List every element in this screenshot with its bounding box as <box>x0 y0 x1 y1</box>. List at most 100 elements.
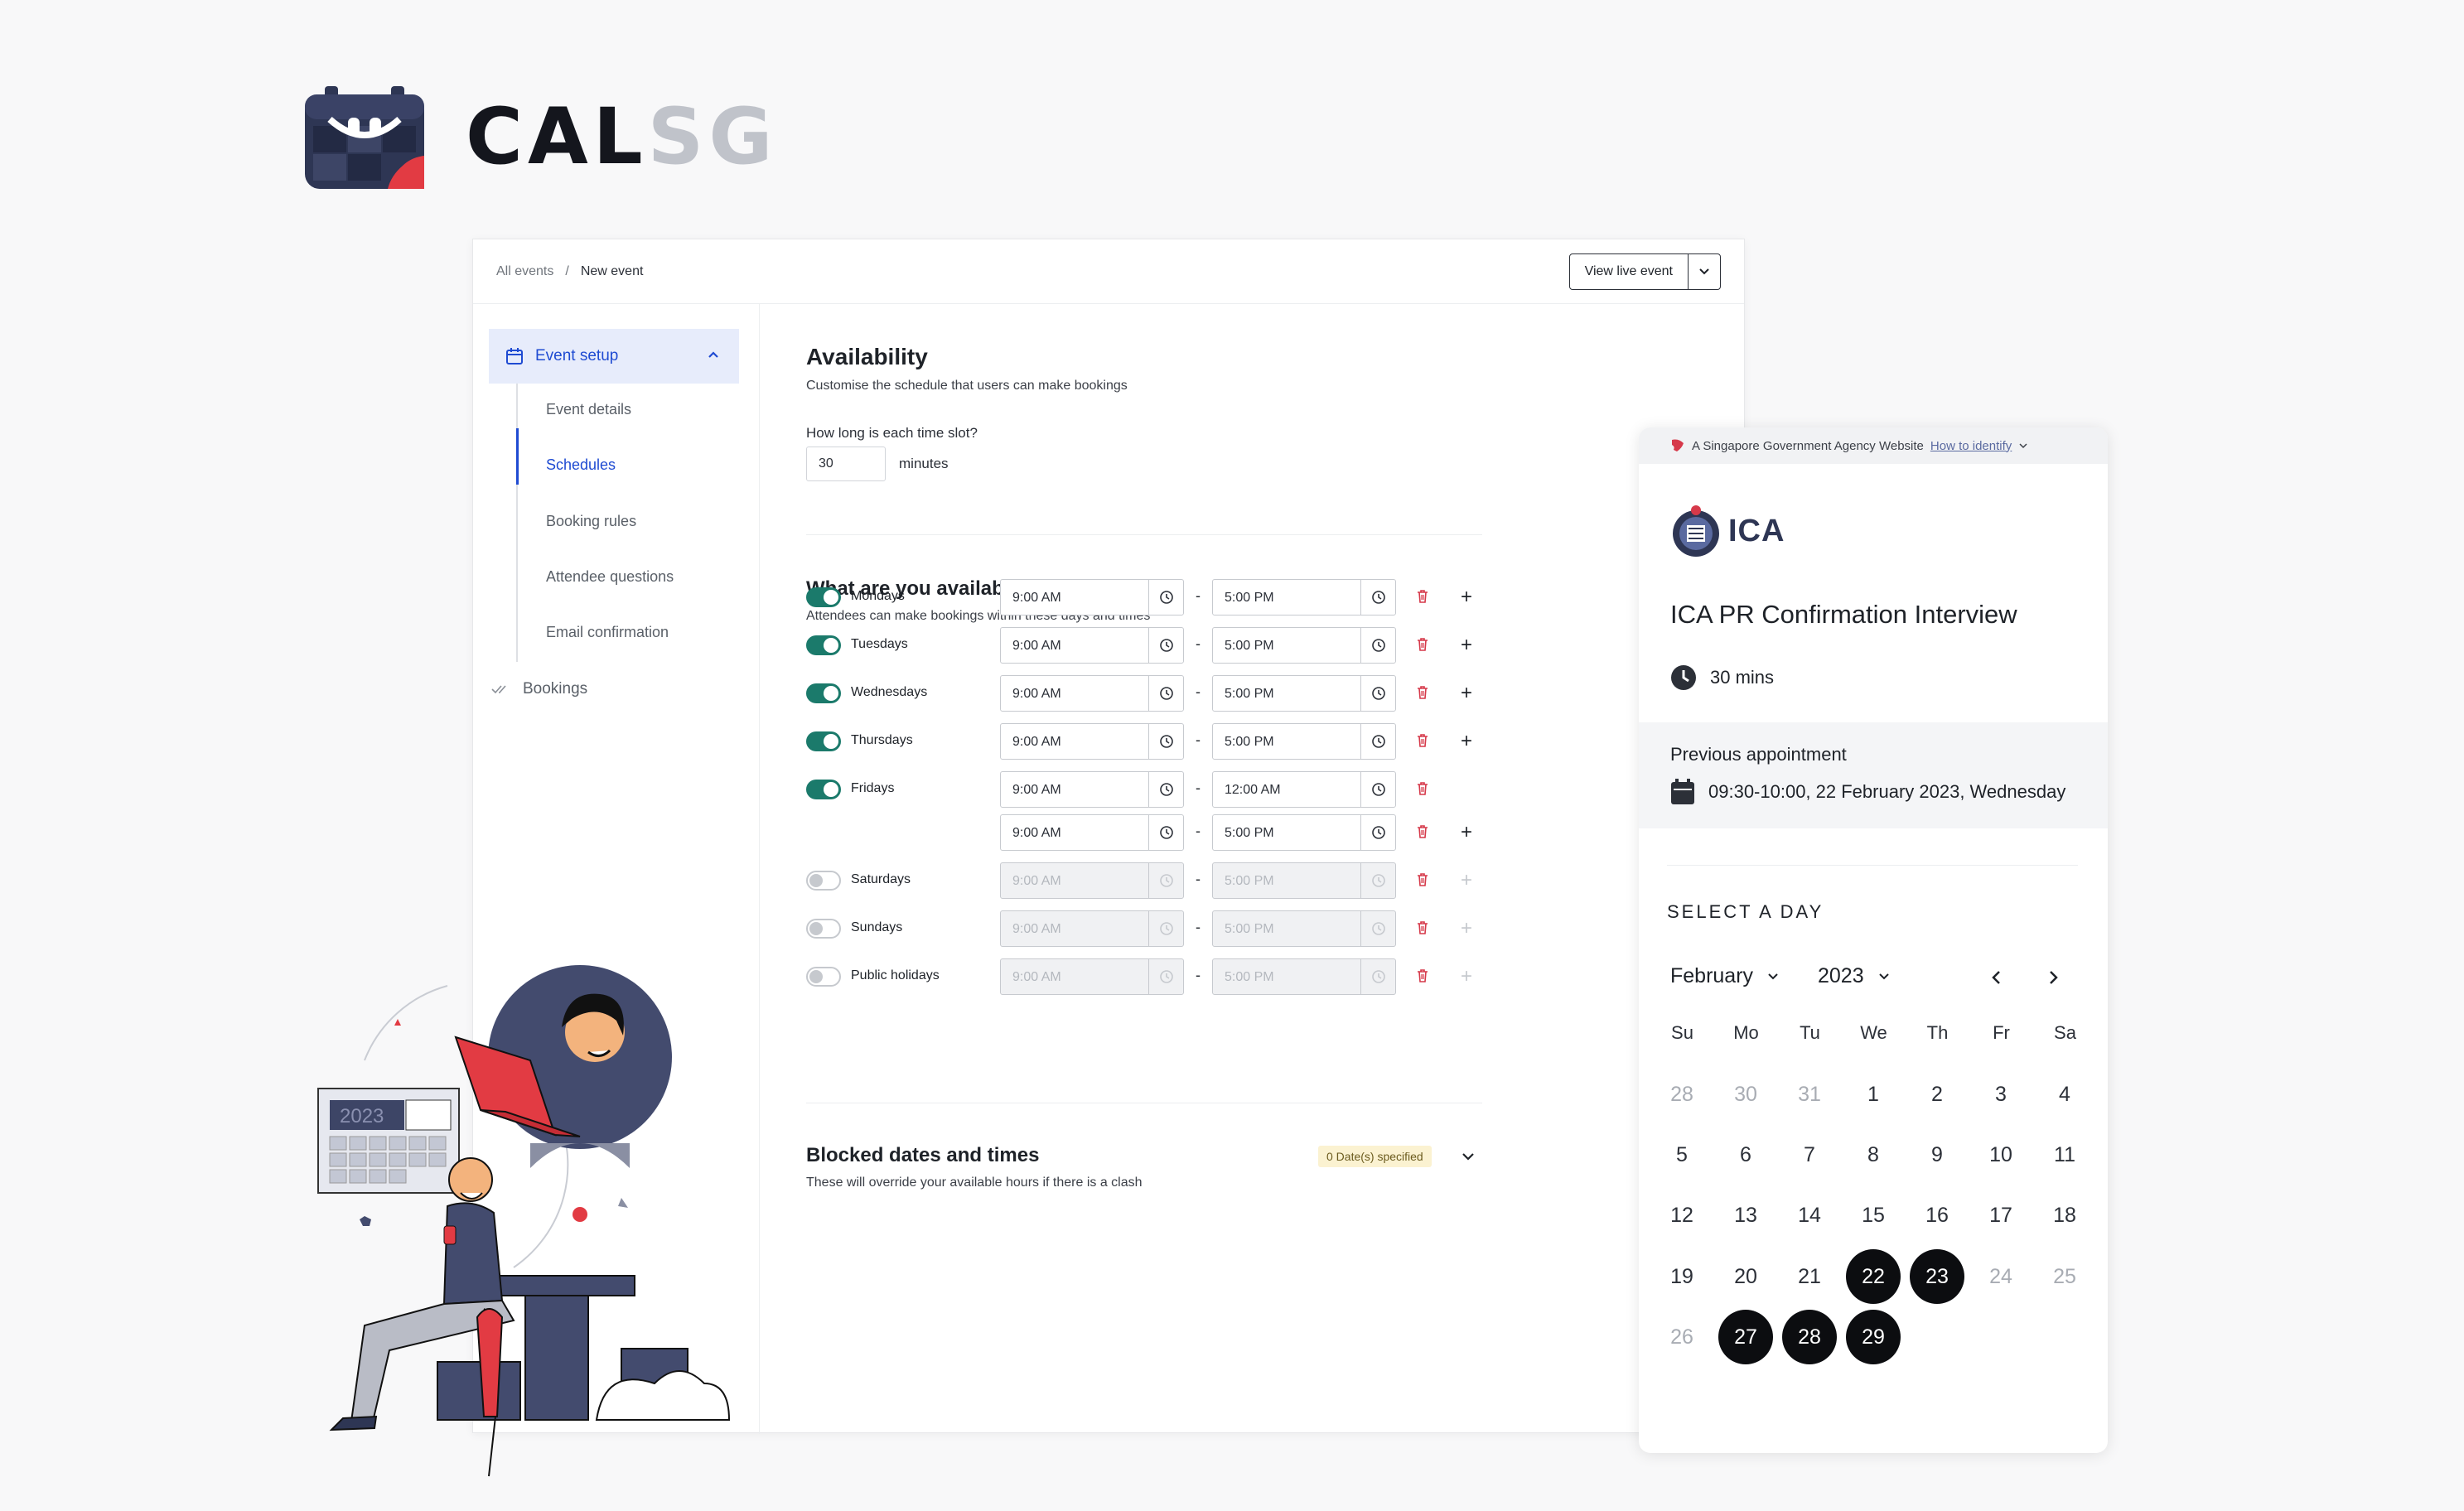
calendar-day[interactable]: 4 <box>2037 1067 2092 1122</box>
day-toggle[interactable] <box>806 967 841 987</box>
calendar-day[interactable]: 29 <box>1846 1310 1901 1364</box>
day-toggle[interactable] <box>806 731 841 751</box>
end-time-input[interactable]: 5:00 PM <box>1212 958 1396 995</box>
previous-appointment-value: 09:30-10:00, 22 February 2023, Wednesday <box>1708 781 2066 802</box>
calendar-day[interactable]: 17 <box>1974 1188 2028 1243</box>
chevron-left-icon[interactable] <box>1990 969 2003 986</box>
calendar-day[interactable]: 3 <box>1974 1067 2028 1122</box>
end-time-input[interactable]: 5:00 PM <box>1212 675 1396 712</box>
sidebar-item-email-confirmation[interactable]: Email confirmation <box>546 624 669 641</box>
end-time-input[interactable]: 5:00 PM <box>1212 910 1396 947</box>
calendar-day[interactable]: 22 <box>1846 1249 1901 1304</box>
start-time-input[interactable]: 9:00 AM <box>1000 627 1184 664</box>
sidebar-event-setup[interactable]: Event setup <box>489 329 739 384</box>
calendar-day[interactable]: 10 <box>1974 1127 2028 1182</box>
calendar-day[interactable]: 6 <box>1718 1127 1773 1182</box>
end-time-input[interactable]: 5:00 PM <box>1212 814 1396 851</box>
sidebar-item-attendee-questions[interactable]: Attendee questions <box>546 568 674 586</box>
add-slot-button[interactable]: + <box>1461 917 1472 940</box>
trash-icon[interactable] <box>1416 589 1429 604</box>
sidebar-item-event-details[interactable]: Event details <box>546 401 631 418</box>
delete-slot-button[interactable] <box>1416 589 1429 608</box>
start-time-input[interactable]: 9:00 AM <box>1000 723 1184 760</box>
sidebar-item-bookings[interactable]: Bookings <box>491 680 587 698</box>
add-slot-button[interactable]: + <box>1461 730 1472 753</box>
calendar-day[interactable]: 13 <box>1718 1188 1773 1243</box>
start-time-input[interactable]: 9:00 AM <box>1000 958 1184 995</box>
delete-slot-button[interactable] <box>1416 685 1429 704</box>
end-time-input[interactable]: 5:00 PM <box>1212 627 1396 664</box>
day-toggle[interactable] <box>806 871 841 891</box>
end-time-input[interactable]: 5:00 PM <box>1212 862 1396 899</box>
calendar-day: 28 <box>1670 1083 1693 1106</box>
year-select[interactable]: 2023 <box>1818 964 1891 988</box>
sidebar-item-booking-rules[interactable]: Booking rules <box>546 513 636 530</box>
view-live-dropdown-button[interactable] <box>1689 254 1720 289</box>
lion-head-icon <box>1672 439 1684 451</box>
start-time-input[interactable]: 9:00 AM <box>1000 675 1184 712</box>
trash-icon[interactable] <box>1416 733 1429 748</box>
slot-length-input[interactable]: 30 <box>806 447 886 481</box>
day-toggle[interactable] <box>806 587 841 607</box>
month-select[interactable]: February <box>1670 964 1780 988</box>
calendar-day[interactable]: 8 <box>1846 1127 1901 1182</box>
end-time-input[interactable]: 5:00 PM <box>1212 723 1396 760</box>
calendar-day[interactable]: 23 <box>1910 1249 1964 1304</box>
calendar-day[interactable]: 15 <box>1846 1188 1901 1243</box>
calendar-day[interactable]: 7 <box>1782 1127 1837 1182</box>
calendar-day[interactable]: 20 <box>1718 1249 1773 1304</box>
end-time-input[interactable]: 5:00 PM <box>1212 579 1396 616</box>
how-to-identify-link[interactable]: How to identify <box>1930 439 2012 453</box>
trash-icon[interactable] <box>1416 781 1429 796</box>
calendar-day[interactable]: 18 <box>2037 1188 2092 1243</box>
add-slot-button[interactable]: + <box>1461 586 1472 609</box>
start-time-input[interactable]: 9:00 AM <box>1000 771 1184 808</box>
calendar-day[interactable]: 19 <box>1655 1249 1709 1304</box>
calendar-day[interactable]: 12 <box>1655 1188 1709 1243</box>
add-slot-button[interactable]: + <box>1461 821 1472 844</box>
day-toggle[interactable] <box>806 635 841 655</box>
calendar-day[interactable]: 14 <box>1782 1188 1837 1243</box>
add-slot-button[interactable]: + <box>1461 965 1472 988</box>
trash-icon[interactable] <box>1416 685 1429 700</box>
trash-icon[interactable] <box>1416 968 1429 983</box>
calendar-day[interactable]: 5 <box>1655 1127 1709 1182</box>
trash-icon[interactable] <box>1416 637 1429 652</box>
calendar-day[interactable]: 2 <box>1910 1067 1964 1122</box>
calendar-day[interactable]: 16 <box>1910 1188 1964 1243</box>
chevron-right-icon[interactable] <box>2046 969 2060 986</box>
trash-icon[interactable] <box>1416 920 1429 935</box>
chevron-down-icon <box>1699 268 1709 274</box>
delete-slot-button[interactable] <box>1416 637 1429 656</box>
sidebar-item-schedules[interactable]: Schedules <box>546 456 616 474</box>
add-slot-button[interactable]: + <box>1461 869 1472 892</box>
add-slot-button[interactable]: + <box>1461 634 1472 657</box>
day-toggle[interactable] <box>806 683 841 703</box>
calendar-day[interactable]: 28 <box>1782 1310 1837 1364</box>
breadcrumb-all-events[interactable]: All events <box>496 264 553 279</box>
start-time-input[interactable]: 9:00 AM <box>1000 910 1184 947</box>
add-slot-button[interactable]: + <box>1461 682 1472 705</box>
day-toggle[interactable] <box>806 780 841 799</box>
calendar-day[interactable]: 9 <box>1910 1127 1964 1182</box>
view-live-event-button[interactable]: View live event <box>1570 253 1689 289</box>
delete-slot-button[interactable] <box>1416 968 1429 987</box>
end-time-input[interactable]: 12:00 AM <box>1212 771 1396 808</box>
trash-icon[interactable] <box>1416 872 1429 887</box>
start-time-input[interactable]: 9:00 AM <box>1000 579 1184 616</box>
delete-slot-button[interactable] <box>1416 920 1429 939</box>
time-separator: - <box>1196 871 1201 887</box>
delete-slot-button[interactable] <box>1416 781 1429 800</box>
calendar-day[interactable]: 27 <box>1718 1310 1773 1364</box>
delete-slot-button[interactable] <box>1416 824 1429 843</box>
calendar-day[interactable]: 21 <box>1782 1249 1837 1304</box>
day-toggle[interactable] <box>806 919 841 939</box>
start-time-input[interactable]: 9:00 AM <box>1000 862 1184 899</box>
calendar-day[interactable]: 1 <box>1846 1067 1901 1122</box>
delete-slot-button[interactable] <box>1416 872 1429 891</box>
calendar-day[interactable]: 11 <box>2037 1127 2092 1182</box>
start-time-input[interactable]: 9:00 AM <box>1000 814 1184 851</box>
delete-slot-button[interactable] <box>1416 733 1429 752</box>
trash-icon[interactable] <box>1416 824 1429 839</box>
chevron-down-icon[interactable] <box>1461 1151 1476 1162</box>
